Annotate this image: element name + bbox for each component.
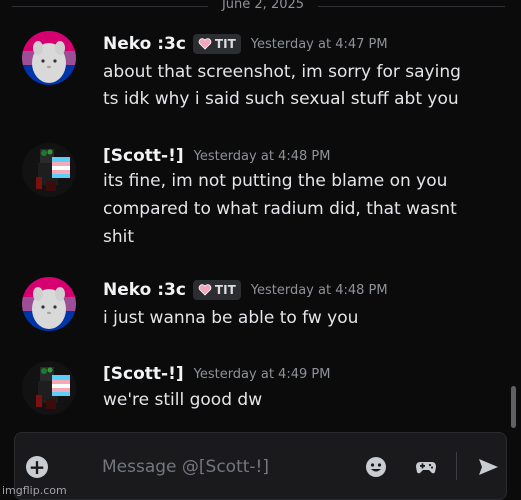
divider-line-left bbox=[12, 6, 208, 7]
divider-line-right bbox=[318, 6, 505, 7]
message-text: compared to what radium did, that wasnt bbox=[103, 199, 457, 219]
message-text: shit bbox=[103, 227, 135, 247]
message-text: ts idk why i said such sexual stuff abt … bbox=[103, 89, 459, 109]
send-icon[interactable] bbox=[476, 455, 500, 479]
message-text: about that screenshot, im sorry for sayi… bbox=[103, 62, 461, 82]
username[interactable]: [Scott-!] bbox=[103, 364, 184, 384]
user-tag-label: TIT bbox=[214, 283, 236, 297]
avatar-scott[interactable] bbox=[22, 361, 76, 415]
heart-icon bbox=[198, 284, 212, 296]
emoji-icon[interactable] bbox=[364, 455, 388, 479]
heart-icon bbox=[198, 38, 212, 50]
timestamp: Yesterday at 4:49 PM bbox=[193, 366, 331, 382]
username[interactable]: Neko :3c bbox=[103, 280, 186, 300]
user-tag[interactable]: TIT bbox=[192, 280, 241, 300]
message-input[interactable] bbox=[102, 455, 342, 479]
avatar-neko[interactable] bbox=[22, 277, 76, 331]
gamepad-icon[interactable] bbox=[414, 455, 438, 479]
user-tag-label: TIT bbox=[214, 37, 236, 51]
timestamp: Yesterday at 4:48 PM bbox=[250, 282, 388, 298]
username[interactable]: Neko :3c bbox=[103, 34, 186, 54]
composer-divider bbox=[456, 452, 457, 480]
timestamp: Yesterday at 4:48 PM bbox=[193, 148, 331, 164]
message-text: we're still good dw bbox=[103, 390, 263, 410]
user-tag[interactable]: TIT bbox=[192, 34, 241, 54]
avatar-scott[interactable] bbox=[22, 143, 76, 197]
watermark: imgflip.com bbox=[2, 484, 67, 497]
scrollbar-thumb[interactable] bbox=[511, 386, 516, 428]
timestamp: Yesterday at 4:47 PM bbox=[250, 36, 388, 52]
date-divider: June 2, 2025 bbox=[0, 0, 505, 14]
date-divider-label: June 2, 2025 bbox=[221, 0, 305, 12]
add-icon[interactable]: + bbox=[26, 456, 48, 478]
message-text: i just wanna be able to fw you bbox=[103, 308, 359, 328]
message-text: its fine, im not putting the blame on yo… bbox=[103, 171, 448, 191]
avatar-neko[interactable] bbox=[22, 31, 76, 85]
username[interactable]: [Scott-!] bbox=[103, 146, 184, 166]
